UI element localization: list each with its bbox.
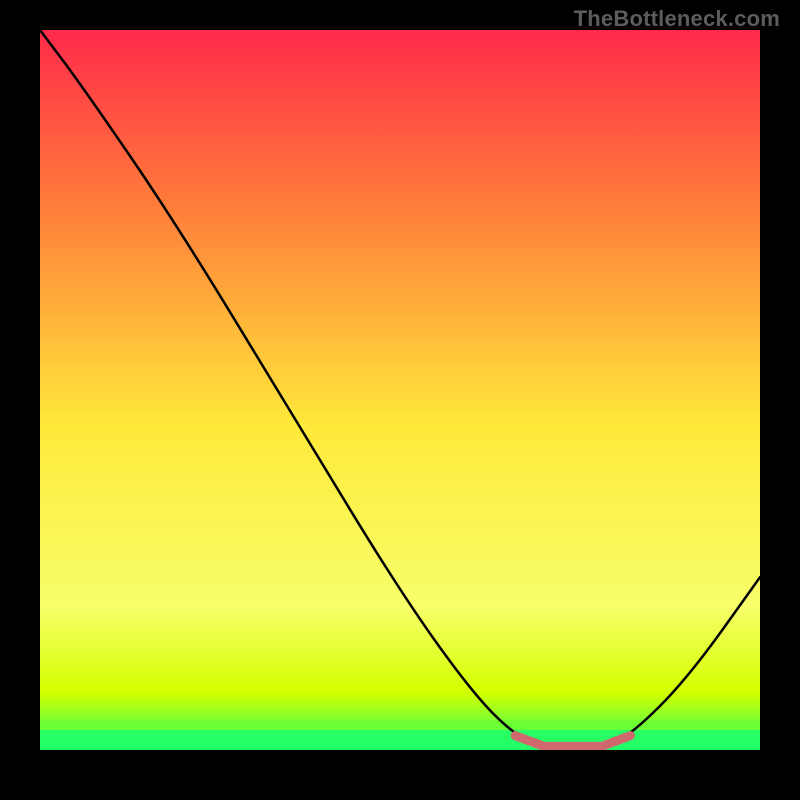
watermark-label: TheBottleneck.com: [574, 6, 780, 32]
plot-area: [40, 30, 760, 750]
gradient-background: [40, 30, 760, 750]
chart-container: TheBottleneck.com: [0, 0, 800, 800]
bottom-band-upper: [40, 720, 760, 730]
bottom-band: [40, 730, 760, 750]
chart-svg: [40, 30, 760, 750]
